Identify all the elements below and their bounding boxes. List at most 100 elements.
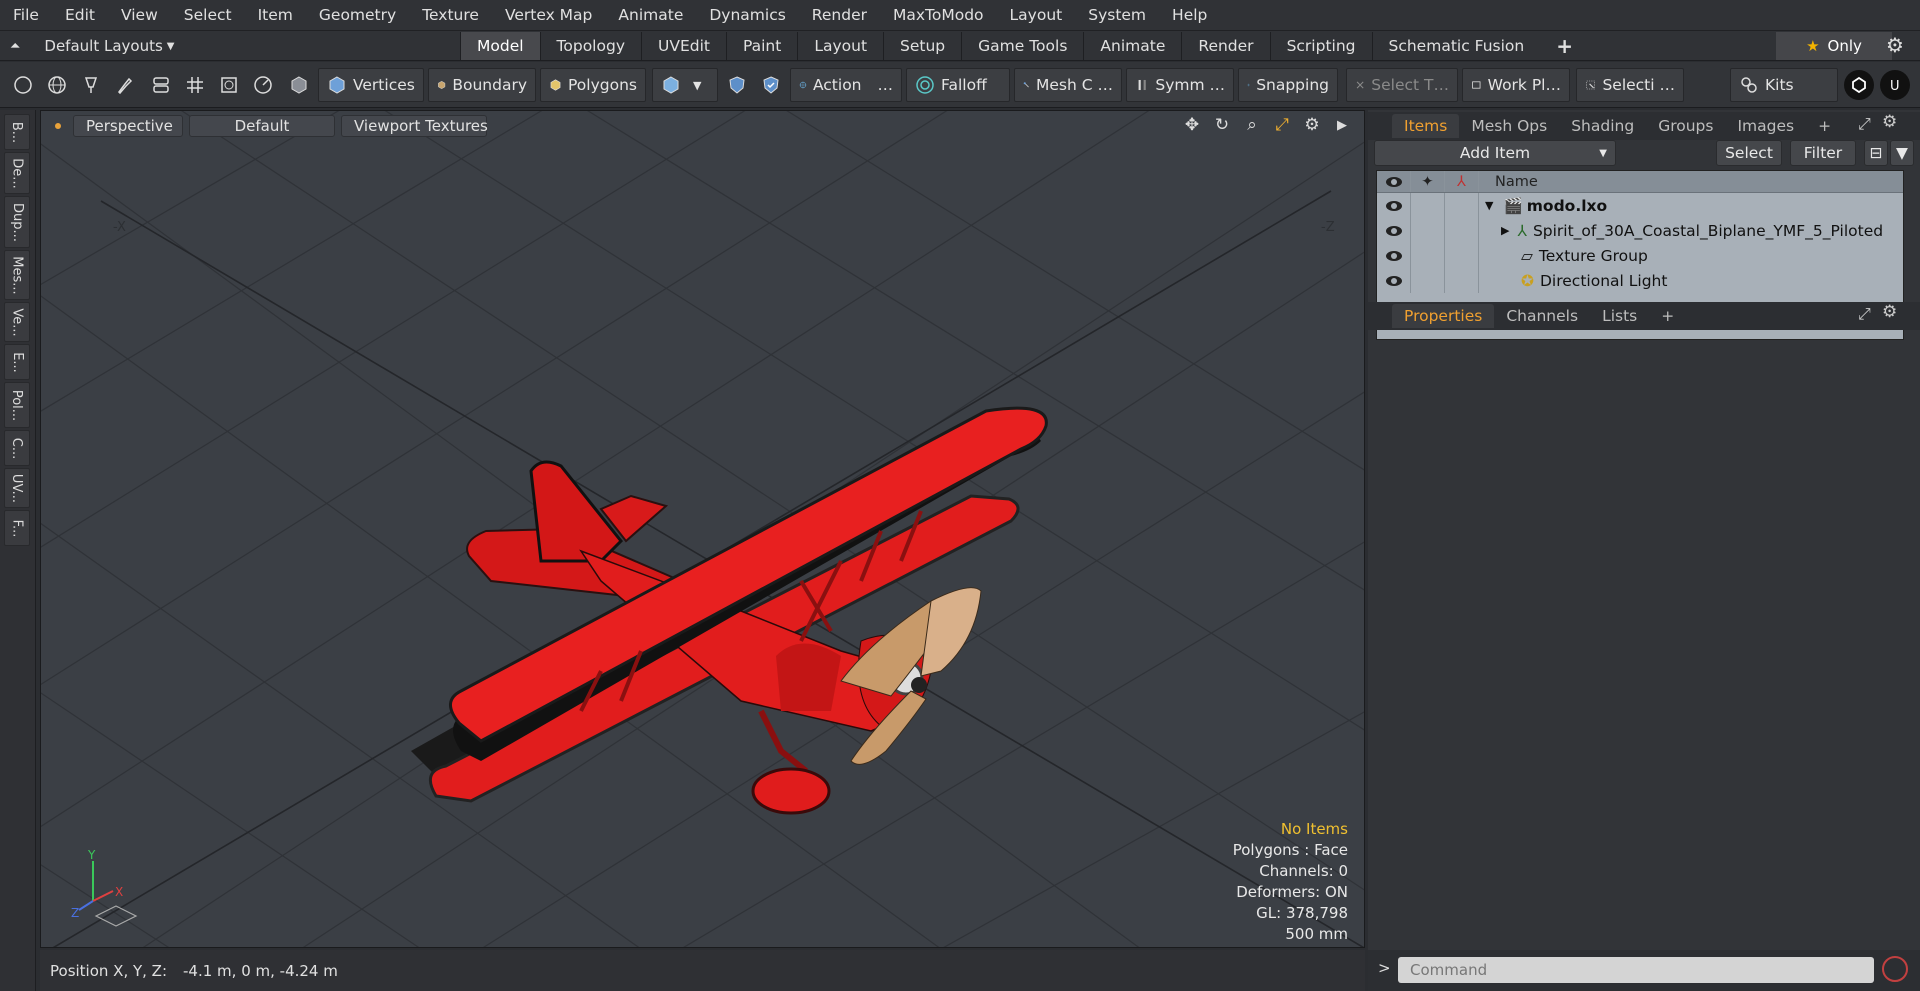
tab-groups[interactable]: Groups	[1646, 114, 1725, 138]
timer-icon[interactable]	[248, 68, 278, 102]
gear-icon[interactable]: ⚙	[1882, 112, 1897, 132]
gear-icon[interactable]: ⚙	[1886, 33, 1904, 57]
kits-button[interactable]: Kits	[1730, 68, 1838, 102]
globe-icon[interactable]	[42, 68, 72, 102]
eye-icon[interactable]	[1377, 268, 1411, 293]
menu-dynamics[interactable]: Dynamics	[696, 0, 798, 31]
type-column-icon[interactable]: ⅄	[1445, 171, 1479, 192]
menu-maxtomodo[interactable]: MaxToModo	[880, 0, 997, 31]
3d-viewport[interactable]: Perspective Default Viewport Textures ✥ …	[40, 110, 1365, 948]
tree-row-scene[interactable]: ▼ 🎬 modo.lxo	[1377, 193, 1903, 218]
name-column-header[interactable]: Name	[1479, 174, 1538, 190]
left-tab-vertex[interactable]: Ve...	[4, 302, 30, 342]
tab-setup[interactable]: Setup	[883, 32, 961, 60]
expand-triangle-icon[interactable]: ▶	[1501, 224, 1509, 237]
visibility-column-icon[interactable]	[1377, 171, 1411, 192]
item-mode-dropdown[interactable]: ▼	[652, 68, 718, 102]
tab-model[interactable]: Model	[460, 32, 540, 60]
select-button[interactable]: Select	[1716, 140, 1782, 166]
menu-layout[interactable]: Layout	[997, 0, 1076, 31]
mesh-constraint-button[interactable]: Mesh C …	[1014, 68, 1122, 102]
left-tab-edge[interactable]: E...	[4, 344, 30, 380]
eye-icon[interactable]	[1377, 218, 1411, 243]
element-move-icon[interactable]	[146, 68, 176, 102]
left-tab-duplicate[interactable]: Dup...	[4, 196, 30, 248]
funnel-icon[interactable]: ▼	[1890, 140, 1914, 166]
only-toggle[interactable]: ★ Only	[1776, 32, 1892, 60]
brush-icon[interactable]	[110, 68, 140, 102]
filter-button[interactable]: Filter	[1790, 140, 1856, 166]
menu-item[interactable]: Item	[245, 0, 306, 31]
add-panel-tab-icon[interactable]: +	[1649, 304, 1686, 328]
tab-paint[interactable]: Paint	[725, 32, 797, 60]
rotate-icon[interactable]: ↻	[1212, 115, 1232, 135]
tree-row-light[interactable]: ✪ Directional Light	[1377, 268, 1903, 293]
zoom-icon[interactable]: ⌕	[1242, 115, 1262, 135]
tab-channels[interactable]: Channels	[1494, 304, 1590, 328]
selection-sets-button[interactable]: Selecti …	[1576, 68, 1684, 102]
tab-render[interactable]: Render	[1181, 32, 1269, 60]
left-tab-deform[interactable]: De...	[4, 152, 30, 194]
falloff-button[interactable]: Falloff	[906, 68, 1010, 102]
gear-icon[interactable]: ⚙	[1882, 302, 1897, 322]
tab-uvedit[interactable]: UVEdit	[641, 32, 726, 60]
collapse-icon[interactable]: ⊟	[1864, 140, 1888, 166]
menu-render[interactable]: Render	[799, 0, 880, 31]
tab-lists[interactable]: Lists	[1590, 304, 1649, 328]
boundary-button[interactable]: Boundary	[428, 68, 536, 102]
menu-animate[interactable]: Animate	[605, 0, 696, 31]
default-layouts-dropdown[interactable]: ⏶ Default Layouts ▼	[10, 31, 175, 61]
tab-schematic-fusion[interactable]: Schematic Fusion	[1371, 32, 1541, 60]
tab-scripting[interactable]: Scripting	[1269, 32, 1372, 60]
shading-style-dropdown[interactable]: Default	[189, 115, 335, 137]
tab-game-tools[interactable]: Game Tools	[961, 32, 1083, 60]
left-tab-uv[interactable]: UV...	[4, 468, 30, 508]
tab-animate[interactable]: Animate	[1083, 32, 1181, 60]
gear-icon[interactable]: ⚙	[1302, 115, 1322, 135]
record-macro-icon[interactable]	[1882, 956, 1908, 982]
symmetry-button[interactable]: Symm …	[1126, 68, 1234, 102]
cube-select-icon[interactable]	[284, 68, 314, 102]
frame-icon[interactable]	[214, 68, 244, 102]
add-tab-button[interactable]: +	[1540, 32, 1589, 60]
panel-expand-icon[interactable]: ⤢	[1858, 304, 1871, 324]
menu-file[interactable]: File	[0, 0, 52, 31]
tab-topology[interactable]: Topology	[539, 32, 641, 60]
menu-view[interactable]: View	[108, 0, 171, 31]
add-panel-tab-icon[interactable]: +	[1806, 114, 1843, 138]
command-input[interactable]: Command	[1398, 957, 1874, 983]
viewport-textures-dropdown[interactable]: Viewport Textures	[341, 115, 488, 137]
lock-column-icon[interactable]: ✦	[1411, 171, 1445, 192]
tab-properties[interactable]: Properties	[1392, 304, 1495, 328]
menu-geometry[interactable]: Geometry	[306, 0, 409, 31]
tree-row-mesh[interactable]: ▶ ⅄ Spirit_of_30A_Coastal_Biplane_YMF_5_…	[1377, 218, 1903, 243]
tab-layout[interactable]: Layout	[797, 32, 883, 60]
maximize-icon[interactable]: ⤢	[1272, 115, 1292, 135]
action-center-button[interactable]: Action…	[790, 68, 902, 102]
menu-texture[interactable]: Texture	[409, 0, 492, 31]
menu-vertex-map[interactable]: Vertex Map	[492, 0, 605, 31]
eye-icon[interactable]	[1377, 193, 1411, 218]
tab-shading[interactable]: Shading	[1559, 114, 1646, 138]
tab-images[interactable]: Images	[1725, 114, 1806, 138]
left-tab-fusion[interactable]: F...	[4, 510, 30, 546]
select-through-button[interactable]: Select T…	[1346, 68, 1458, 102]
menu-system[interactable]: System	[1075, 0, 1159, 31]
unity-icon[interactable]	[1844, 70, 1874, 100]
unreal-icon[interactable]: U	[1880, 70, 1910, 100]
tab-items[interactable]: Items	[1392, 114, 1460, 138]
left-tab-mesh[interactable]: Mes...	[4, 250, 30, 300]
left-tab-basic[interactable]: B...	[4, 114, 30, 150]
grid-icon[interactable]	[180, 68, 210, 102]
tab-mesh-ops[interactable]: Mesh Ops	[1459, 114, 1559, 138]
perspective-dropdown[interactable]: Perspective	[73, 115, 183, 137]
left-tab-curve[interactable]: C...	[4, 430, 30, 466]
panel-expand-icon[interactable]: ⤢	[1858, 114, 1871, 134]
eye-icon[interactable]	[1377, 243, 1411, 268]
expand-arrow-icon[interactable]: ▶	[1332, 115, 1352, 135]
work-plane-button[interactable]: Work Pl…	[1462, 68, 1570, 102]
collapse-triangle-icon[interactable]: ▼	[1485, 199, 1493, 212]
vertices-button[interactable]: Vertices	[318, 68, 424, 102]
left-tab-polygon[interactable]: Pol...	[4, 382, 30, 428]
tree-row-texture-group[interactable]: ▱ Texture Group	[1377, 243, 1903, 268]
